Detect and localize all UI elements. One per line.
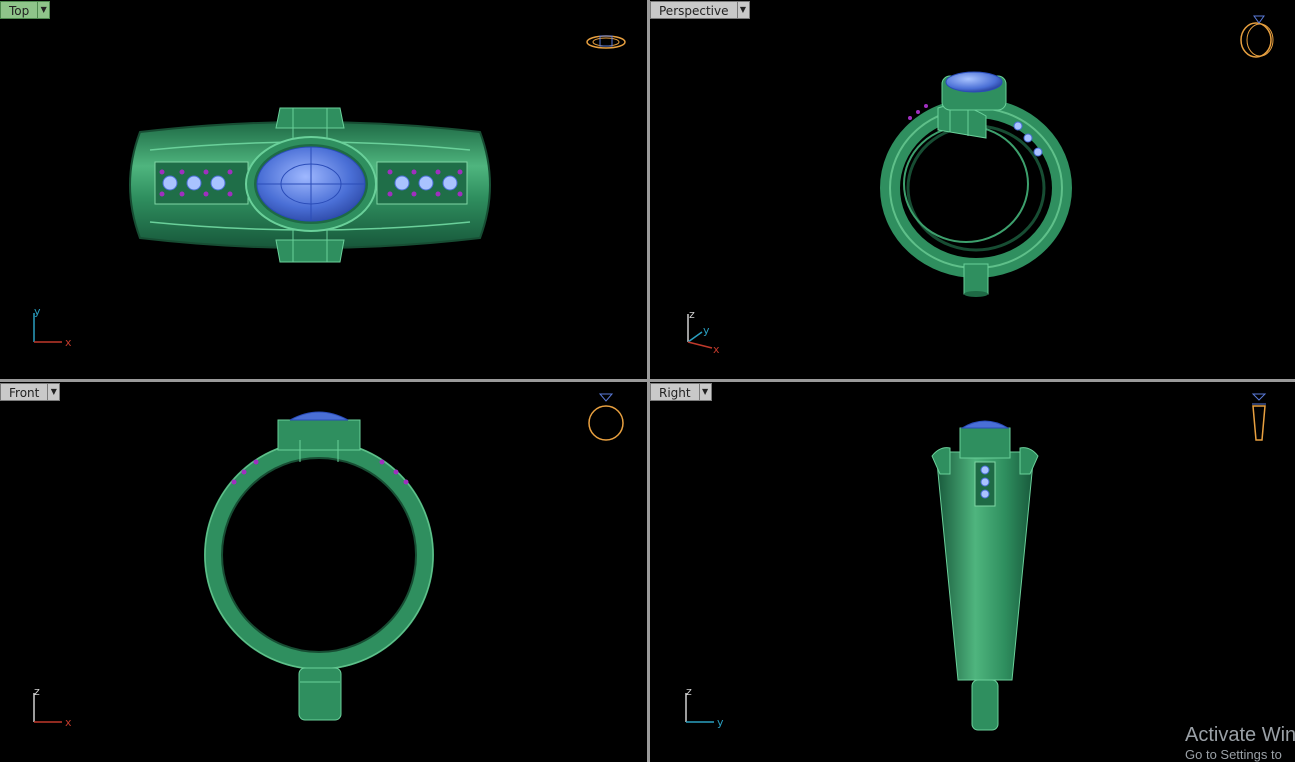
viewport-perspective[interactable]: Perspective ▼ z y x [650, 0, 1295, 379]
ring-navigation-icon[interactable] [584, 390, 628, 446]
viewport-divider-horizontal[interactable] [0, 379, 1295, 382]
axis-label-y: y [703, 324, 710, 337]
viewport-right[interactable]: Right ▼ z y [650, 382, 1295, 762]
viewport-tab-right[interactable]: Right ▼ [650, 383, 712, 401]
axis-label-x: x [65, 716, 72, 729]
viewport-tab-perspective[interactable]: Perspective ▼ [650, 1, 750, 19]
axis-label-y: y [34, 305, 41, 318]
dropdown-arrow-icon[interactable]: ▼ [699, 383, 712, 401]
viewport-label[interactable]: Front [0, 383, 49, 401]
dropdown-arrow-icon[interactable]: ▼ [737, 1, 750, 19]
viewport-tab-top[interactable]: Top ▼ [0, 1, 51, 19]
dropdown-arrow-icon[interactable]: ▼ [48, 383, 61, 401]
axis-label-y: y [717, 716, 724, 729]
viewport-front[interactable]: Front ▼ z x [0, 382, 647, 762]
axis-label-x: x [713, 343, 720, 356]
front-view-ring-model [204, 411, 434, 721]
windows-activation-watermark: Activate Win Go to Settings to [1185, 724, 1295, 762]
axis-indicator-icon: z y [685, 685, 724, 729]
axis-indicator-icon: z y x [687, 308, 720, 356]
viewport-tab-front[interactable]: Front ▼ [0, 383, 61, 401]
ring-navigation-icon[interactable] [1244, 390, 1274, 448]
ring-navigation-icon[interactable] [1236, 10, 1280, 62]
ring-navigation-icon[interactable] [584, 30, 628, 54]
viewport-top[interactable]: Top ▼ y x [0, 0, 647, 379]
axis-indicator-icon: z x [33, 685, 72, 729]
axis-label-z: z [689, 308, 695, 321]
right-view-ring-model [931, 420, 1039, 731]
axis-label-x: x [65, 336, 72, 349]
watermark-line-1: Activate Win [1185, 724, 1295, 746]
viewport-label[interactable]: Right [650, 383, 700, 401]
axis-label-z: z [686, 685, 692, 698]
perspective-view-ring-model [880, 71, 1072, 297]
top-view-ring-model [129, 107, 491, 263]
axis-indicator-icon: y x [33, 305, 72, 349]
axis-label-z: z [34, 685, 40, 698]
viewport-label[interactable]: Perspective [650, 1, 738, 19]
viewport-label[interactable]: Top [0, 1, 39, 19]
dropdown-arrow-icon[interactable]: ▼ [38, 1, 51, 19]
watermark-line-2: Go to Settings to [1185, 747, 1282, 762]
